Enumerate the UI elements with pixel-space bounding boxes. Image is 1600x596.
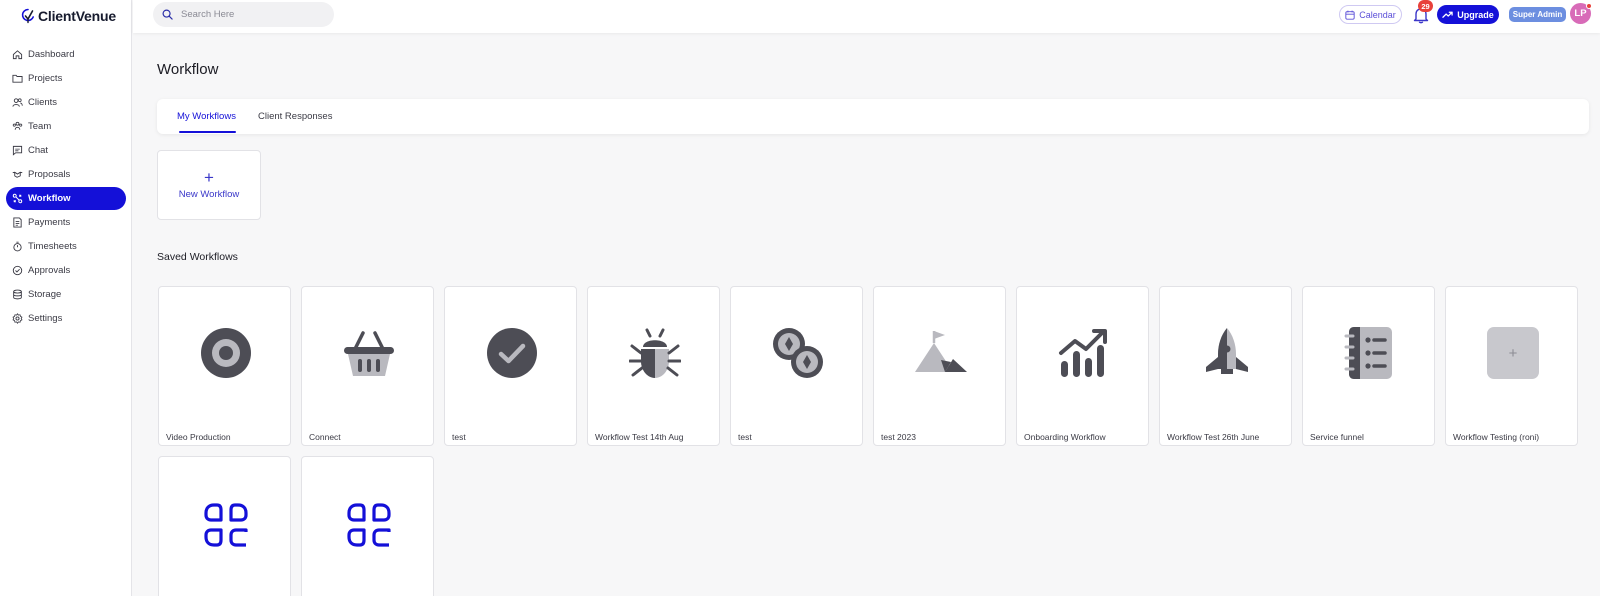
workflow-name: Workflow Testing (roni) (1453, 432, 1540, 442)
workflow-card[interactable]: + Workflow Testing (roni) (1445, 286, 1578, 446)
sidebar-item-label: Storage (28, 289, 62, 300)
workflow-name: test (738, 432, 752, 442)
sidebar-item-workflow[interactable]: Workflow (6, 187, 126, 210)
clientvenue-logo-icon (21, 8, 34, 24)
clients-icon (12, 98, 23, 107)
command-icon (204, 503, 248, 547)
new-workflow-label: New Workflow (178, 188, 240, 200)
stopwatch-icon (13, 241, 22, 252)
top-bar: Calendar 29 Upgrade Super Admin LP (133, 0, 1600, 33)
team-icon (12, 121, 23, 130)
sidebar-item-clients[interactable]: Clients (6, 91, 126, 114)
sidebar-item-team[interactable]: Team (6, 115, 126, 138)
page-title: Workflow (157, 61, 219, 78)
workflow-name: Video Production (166, 432, 231, 442)
plus-icon: + (204, 167, 214, 187)
sidebar-item-label: Payments (28, 217, 71, 228)
sidebar-item-label: Dashboard (28, 49, 75, 60)
workflow-card[interactable]: Workflow Test 26th June (1159, 286, 1292, 446)
mountain-flag-icon (915, 331, 967, 372)
sidebar-item-settings[interactable]: Settings (6, 307, 126, 330)
rocket-icon (1206, 328, 1248, 374)
sidebar-item-approvals[interactable]: Approvals (6, 259, 126, 282)
upgrade-button[interactable]: Upgrade (1437, 5, 1499, 24)
workflow-card[interactable] (158, 456, 291, 596)
sidebar-item-chat[interactable]: Chat (6, 139, 126, 162)
plus-square-icon: + (1487, 327, 1539, 379)
saved-workflows-heading: Saved Workflows (157, 251, 238, 263)
sidebar-item-label: Clients (28, 97, 58, 108)
role-badge: Super Admin (1509, 7, 1566, 22)
basket-icon (344, 331, 394, 376)
sidebar: ClientVenue Dashboard Projects Clients T… (0, 0, 132, 596)
notification-count-badge: 29 (1418, 0, 1433, 12)
workflow-name: Service funnel (1310, 432, 1364, 442)
workflow-card[interactable]: Connect (301, 286, 434, 446)
workflow-name: test (452, 432, 466, 442)
sidebar-item-label: Projects (28, 73, 63, 84)
workflow-name: Workflow Test 14th Aug (595, 432, 684, 442)
workflow-name: Onboarding Workflow (1024, 432, 1106, 442)
sidebar-item-proposals[interactable]: Proposals (6, 163, 126, 186)
calendar-button[interactable]: Calendar (1339, 5, 1402, 24)
trending-up-icon (1442, 11, 1453, 18)
sidebar-nav: Dashboard Projects Clients Team Chat Pro… (6, 43, 126, 331)
folder-icon (12, 74, 23, 83)
handshake-icon (12, 171, 23, 178)
workflow-card[interactable]: test (444, 286, 577, 446)
home-icon (12, 50, 23, 60)
workflow-card[interactable] (301, 456, 434, 596)
sidebar-item-label: Approvals (28, 265, 71, 276)
calendar-label: Calendar (1359, 9, 1396, 20)
workflow-card[interactable]: test (730, 286, 863, 446)
tab-my-workflows[interactable]: My Workflows (177, 99, 236, 134)
workflow-card[interactable]: Onboarding Workflow (1016, 286, 1149, 446)
command-icon (347, 503, 391, 547)
check-circle-icon (487, 328, 537, 378)
sidebar-item-storage[interactable]: Storage (6, 283, 126, 306)
bug-icon (629, 328, 681, 378)
notebook-icon (1344, 327, 1392, 379)
logo[interactable]: ClientVenue (21, 8, 116, 24)
workflow-card[interactable]: Workflow Test 14th Aug (587, 286, 720, 446)
approval-icon (12, 265, 23, 276)
database-icon (13, 289, 22, 300)
workflow-icon (12, 193, 23, 204)
chat-icon (12, 145, 23, 156)
tab-bar: My Workflows Client Responses (157, 99, 1589, 134)
search-input[interactable] (181, 9, 321, 20)
sidebar-item-label: Chat (28, 145, 49, 156)
sidebar-item-label: Settings (28, 313, 63, 324)
sidebar-item-label: Proposals (28, 169, 71, 180)
new-workflow-button[interactable]: + New Workflow (157, 150, 261, 220)
workflow-card[interactable]: Video Production (158, 286, 291, 446)
upgrade-label: Upgrade (1457, 9, 1494, 20)
workflow-card[interactable]: test 2023 (873, 286, 1006, 446)
coins-icon (773, 328, 823, 378)
status-dot (1586, 3, 1592, 9)
sidebar-item-timesheets[interactable]: Timesheets (6, 235, 126, 258)
sidebar-item-label: Team (28, 121, 52, 132)
app-name: ClientVenue (38, 8, 116, 24)
sidebar-item-label: Workflow (28, 193, 71, 204)
tab-client-responses[interactable]: Client Responses (258, 99, 332, 134)
invoice-icon (13, 217, 22, 228)
workflow-name: Connect (309, 432, 341, 442)
workflow-card[interactable]: Service funnel (1302, 286, 1435, 446)
growth-chart-icon (1059, 329, 1107, 377)
workflow-name: Workflow Test 26th June (1167, 432, 1260, 442)
sidebar-item-dashboard[interactable]: Dashboard (6, 43, 126, 66)
search-icon (162, 9, 173, 20)
search-box[interactable] (153, 2, 334, 27)
calendar-icon (1345, 10, 1355, 20)
workflow-name: test 2023 (881, 432, 916, 442)
sidebar-item-label: Timesheets (28, 241, 77, 252)
gear-icon (12, 313, 23, 324)
sidebar-item-payments[interactable]: Payments (6, 211, 126, 234)
sidebar-item-projects[interactable]: Projects (6, 67, 126, 90)
target-icon (201, 328, 251, 378)
